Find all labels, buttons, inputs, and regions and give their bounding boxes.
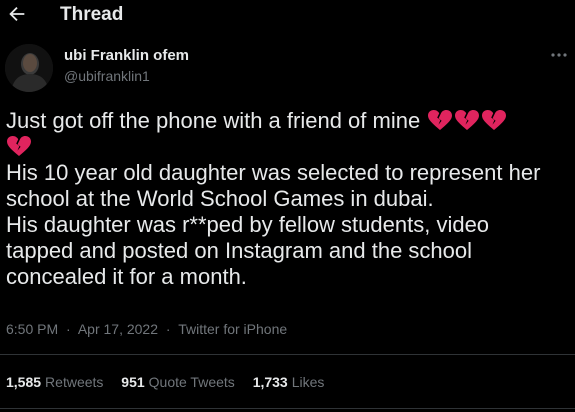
divider <box>0 408 575 409</box>
tweet-stats: 1,585 Retweets 951 Quote Tweets 1,733 Likes <box>6 373 338 391</box>
tweet-date[interactable]: Apr 17, 2022 <box>78 321 158 337</box>
ellipsis-icon[interactable] <box>548 48 570 62</box>
tweet-line: His daughter was r**ped by fellow studen… <box>6 212 490 237</box>
tweet-line: school at the World School Games in duba… <box>6 186 434 211</box>
tweet-line: tapped and posted on Instagram and the s… <box>6 238 473 263</box>
quote-tweets-stat[interactable]: 951 Quote Tweets <box>121 373 235 391</box>
retweets-stat[interactable]: 1,585 Retweets <box>6 373 103 391</box>
meta-separator: · <box>165 321 171 337</box>
tweet-line: concealed it for a month. <box>6 264 247 289</box>
tweet-line: Just got off the phone with a friend of … <box>6 108 566 134</box>
thread-header: Thread <box>0 0 575 32</box>
broken-heart-icon <box>455 110 480 130</box>
retweets-count: 1,585 <box>6 374 42 390</box>
divider <box>0 354 575 355</box>
author-handle[interactable]: @ubifranklin1 <box>64 67 150 85</box>
author-name[interactable]: ubi Franklin ofem <box>64 47 189 65</box>
meta-separator: · <box>66 321 71 337</box>
broken-heart-icon <box>7 136 31 156</box>
broken-heart-icon <box>428 110 453 130</box>
likes-label: Likes <box>291 374 325 390</box>
page-title: Thread <box>60 4 124 25</box>
quote-tweets-count: 951 <box>121 374 145 390</box>
broken-heart-icon <box>482 110 507 130</box>
avatar-photo <box>5 44 53 92</box>
retweets-label: Retweets <box>45 374 104 390</box>
quote-tweets-label: Quote Tweets <box>148 374 235 390</box>
tweet-line: His 10 year old daughter was selected to… <box>6 160 541 185</box>
tweet-line <box>6 134 566 160</box>
avatar[interactable] <box>5 44 53 92</box>
arrow-left-icon[interactable] <box>6 3 28 25</box>
tweet-source[interactable]: Twitter for iPhone <box>178 321 287 337</box>
likes-count: 1,733 <box>252 374 288 390</box>
likes-stat[interactable]: 1,733 Likes <box>253 373 325 391</box>
tweet-time[interactable]: 6:50 PM <box>6 321 58 337</box>
tweet-text: Just got off the phone with a friend of … <box>6 108 566 290</box>
tweet-meta: 6:50 PM · Apr 17, 2022 · Twitter for iPh… <box>6 320 287 338</box>
tweet-line-text: Just got off the phone with a friend of … <box>6 108 421 133</box>
